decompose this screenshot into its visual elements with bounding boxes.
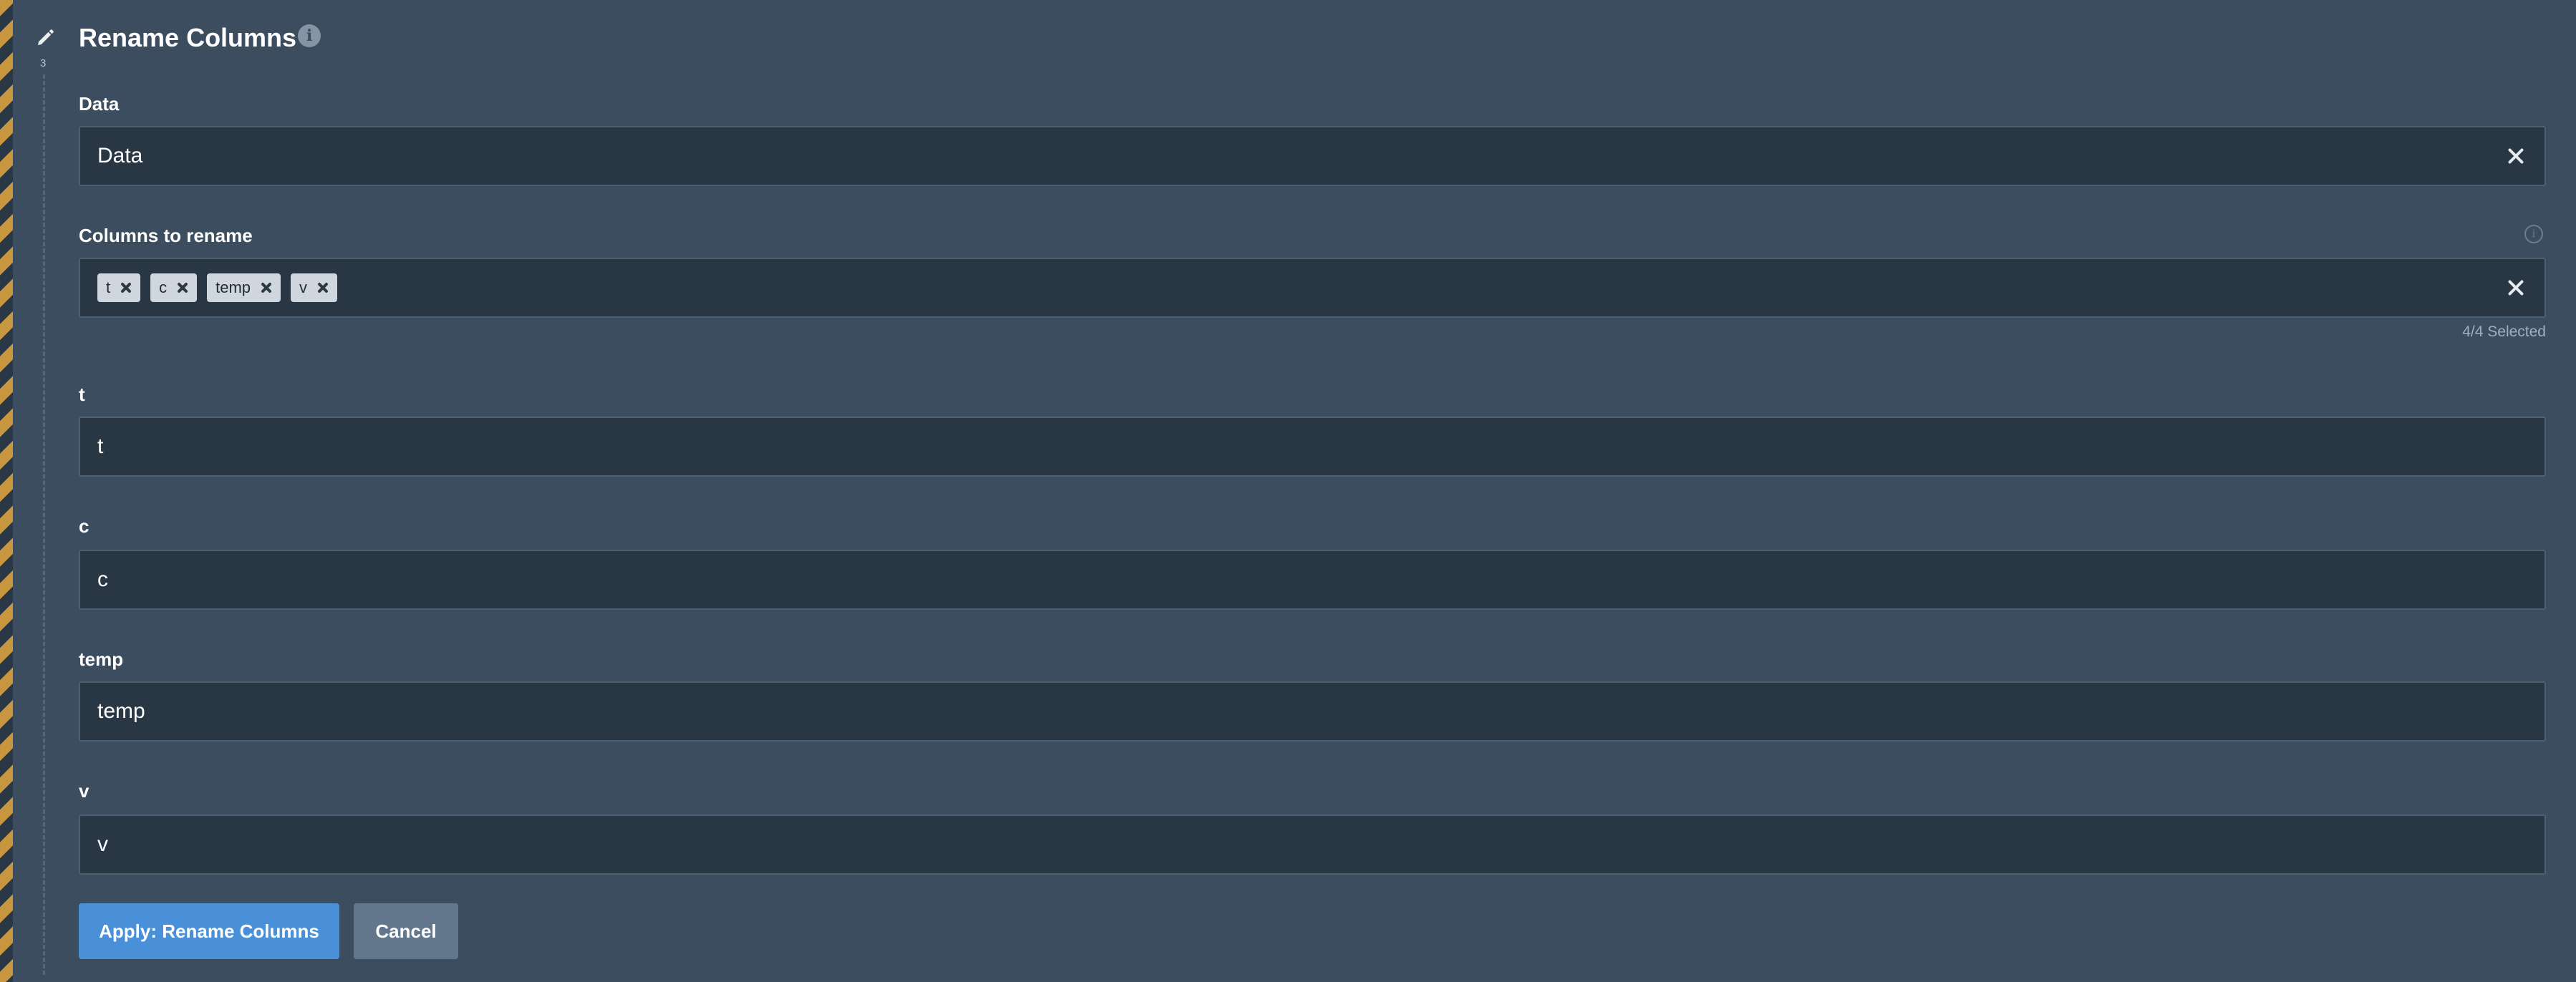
remove-chip-icon[interactable] <box>259 281 273 295</box>
step-number: 3 <box>40 57 47 69</box>
t-input[interactable] <box>97 418 2460 475</box>
c-input[interactable] <box>97 551 2460 608</box>
data-input[interactable] <box>97 127 2460 185</box>
remove-chip-icon[interactable] <box>316 281 330 295</box>
apply-button[interactable]: Apply: Rename Columns <box>79 903 339 959</box>
t-label: t <box>79 384 85 405</box>
clear-columns-icon[interactable] <box>2504 276 2527 299</box>
v-label: v <box>79 780 89 802</box>
step-status-stripe <box>0 0 13 982</box>
v-field[interactable] <box>79 815 2546 875</box>
temp-field[interactable] <box>79 681 2546 742</box>
c-field[interactable] <box>79 550 2546 610</box>
chip-label: v <box>299 278 308 296</box>
chip-t[interactable]: t <box>97 273 141 302</box>
selected-count: 4/4 Selected <box>2462 324 2546 340</box>
remove-chip-icon[interactable] <box>175 281 190 295</box>
chip-temp[interactable]: temp <box>207 273 281 302</box>
info-icon[interactable]: i <box>298 24 321 47</box>
chip-label: t <box>106 278 111 296</box>
selected-chips: t c temp v <box>97 273 338 302</box>
t-field[interactable] <box>79 417 2546 477</box>
chip-label: c <box>159 278 168 296</box>
data-field[interactable] <box>79 126 2546 186</box>
clear-data-icon[interactable] <box>2504 145 2527 167</box>
chip-label: temp <box>216 278 251 296</box>
chip-v[interactable]: v <box>291 273 338 302</box>
page-title: Rename Columns <box>79 23 297 52</box>
columns-multiselect[interactable]: t c temp v <box>79 258 2546 318</box>
columns-to-rename-label: Columns to rename <box>79 225 253 246</box>
v-input[interactable] <box>97 816 2460 873</box>
temp-input[interactable] <box>97 683 2460 740</box>
cancel-button[interactable]: Cancel <box>354 903 458 959</box>
chip-c[interactable]: c <box>150 273 198 302</box>
data-label: Data <box>79 93 120 115</box>
temp-label: temp <box>79 648 124 670</box>
step-connector-line <box>43 74 45 975</box>
c-label: c <box>79 515 89 537</box>
columns-info-icon[interactable]: i <box>2524 225 2543 243</box>
pencil-icon[interactable] <box>34 27 56 49</box>
remove-chip-icon[interactable] <box>119 281 133 295</box>
